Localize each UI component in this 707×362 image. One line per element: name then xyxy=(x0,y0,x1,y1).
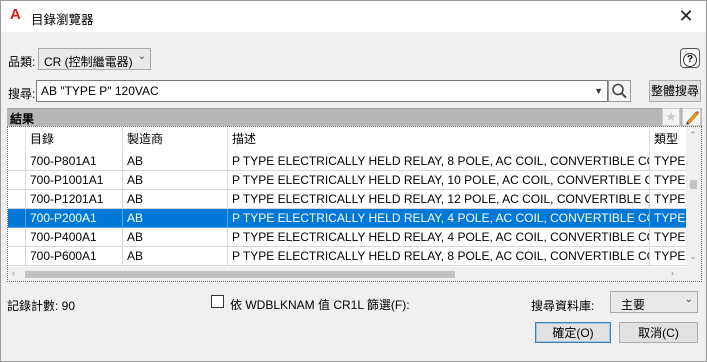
scroll-right-icon[interactable]: › xyxy=(671,268,674,278)
cell-type: TYPE xyxy=(650,171,686,190)
table-row[interactable]: 700-P600A1 AB P TYPE ELECTRICALLY HELD R… xyxy=(8,247,686,266)
cancel-button[interactable]: 取消(C) xyxy=(619,322,698,343)
cell-type: TYPE xyxy=(650,209,686,228)
cell-catalog: 700-P400A1 xyxy=(26,228,123,247)
category-label: 品類: xyxy=(8,55,36,69)
results-grid: 目錄 製造商 描述 類型 700-P801A1 AB P TYPE ELECTR… xyxy=(7,126,702,282)
category-dropdown[interactable]: CR (控制繼電器) ⌄ xyxy=(38,48,151,70)
cell-type: TYPE xyxy=(650,152,686,171)
cell-description: P TYPE ELECTRICALLY HELD RELAY, 8 POLE, … xyxy=(228,152,650,171)
pencil-icon[interactable] xyxy=(682,108,701,126)
search-input[interactable] xyxy=(37,81,577,101)
help-button[interactable]: ? xyxy=(680,48,700,68)
row-indicator xyxy=(8,171,26,190)
record-count: 記錄計數: 90 xyxy=(7,299,76,313)
star-icon[interactable]: ★ xyxy=(662,108,680,126)
row-indicator xyxy=(8,247,26,266)
cell-catalog: 700-P1001A1 xyxy=(26,171,123,190)
cell-description: P TYPE ELECTRICALLY HELD RELAY, 12 POLE,… xyxy=(228,190,650,209)
chevron-down-icon: ⌄ xyxy=(137,51,146,62)
row-indicator xyxy=(8,228,26,247)
table-row[interactable]: 700-P801A1 AB P TYPE ELECTRICALLY HELD R… xyxy=(8,152,686,171)
table-row[interactable]: 700-P400A1 AB P TYPE ELECTRICALLY HELD R… xyxy=(8,228,686,247)
vertical-scroll-thumb[interactable] xyxy=(690,180,697,189)
column-header-manufacturer[interactable]: 製造商 xyxy=(123,127,228,151)
cell-manufacturer: AB xyxy=(123,152,228,171)
column-header-type[interactable]: 類型 xyxy=(650,127,686,151)
search-field[interactable]: ▼ xyxy=(36,80,608,102)
search-button[interactable] xyxy=(608,80,631,102)
cell-type: TYPE xyxy=(650,247,686,266)
search-database-value: 主要 xyxy=(621,298,646,312)
cell-manufacturer: AB xyxy=(123,171,228,190)
results-title: 結果 xyxy=(10,112,35,126)
table-row-selected[interactable]: 700-P200A1 AB P TYPE ELECTRICALLY HELD R… xyxy=(8,209,686,228)
table-row[interactable]: 700-P1001A1 AB P TYPE ELECTRICALLY HELD … xyxy=(8,171,686,190)
row-indicator xyxy=(8,152,26,171)
results-header: 結果 xyxy=(7,108,702,126)
filter-checkbox-label: 依 WDBLKNAM 值 CR1L 篩選(F): xyxy=(230,298,410,312)
scroll-down-icon[interactable]: ⌄ xyxy=(689,251,697,262)
dropdown-arrow-icon[interactable]: ▼ xyxy=(594,86,603,96)
cell-catalog: 700-P801A1 xyxy=(26,152,123,171)
search-label: 搜尋: xyxy=(8,87,36,101)
header-spacer xyxy=(8,127,26,151)
vertical-scrollbar[interactable]: ⌃ ⌄ xyxy=(686,127,701,267)
cell-catalog: 700-P200A1 xyxy=(26,209,123,228)
autocad-logo-icon: A xyxy=(10,6,21,23)
cell-manufacturer: AB xyxy=(123,190,228,209)
scroll-up-icon[interactable]: ⌃ xyxy=(689,130,697,141)
magnifier-icon xyxy=(612,83,627,99)
column-header-description[interactable]: 描述 xyxy=(228,127,650,151)
horizontal-scrollbar[interactable]: ‹ › xyxy=(8,267,686,281)
title-bar: A 目錄瀏覽器 ✕ xyxy=(1,1,706,32)
grid-header: 目錄 製造商 描述 類型 xyxy=(8,127,686,151)
scrollbar-corner xyxy=(686,267,701,281)
cell-manufacturer: AB xyxy=(123,247,228,266)
cell-description: P TYPE ELECTRICALLY HELD RELAY, 4 POLE, … xyxy=(228,228,650,247)
scroll-left-icon[interactable]: ‹ xyxy=(12,268,15,278)
catalog-browser-dialog: A 目錄瀏覽器 ✕ 品類: CR (控制繼電器) ⌄ ? 搜尋: ▼ 整體搜尋 … xyxy=(0,0,707,362)
global-search-button[interactable]: 整體搜尋 xyxy=(649,80,701,102)
cell-description: P TYPE ELECTRICALLY HELD RELAY, 10 POLE,… xyxy=(228,171,650,190)
chevron-down-icon: ⌄ xyxy=(684,294,693,305)
cell-catalog: 700-P600A1 xyxy=(26,247,123,266)
search-database-label: 搜尋資料庫: xyxy=(531,299,595,313)
horizontal-scroll-thumb[interactable] xyxy=(25,271,455,278)
close-icon[interactable]: ✕ xyxy=(674,4,698,28)
table-row[interactable]: 700-P1201A1 AB P TYPE ELECTRICALLY HELD … xyxy=(8,190,686,209)
cell-description: P TYPE ELECTRICALLY HELD RELAY, 8 POLE, … xyxy=(228,247,650,266)
help-icon: ? xyxy=(683,53,697,67)
cell-description: P TYPE ELECTRICALLY HELD RELAY, 4 POLE, … xyxy=(228,209,650,228)
cell-catalog: 700-P1201A1 xyxy=(26,190,123,209)
category-value: CR (控制繼電器) xyxy=(44,55,133,69)
cell-type: TYPE xyxy=(650,228,686,247)
window-title: 目錄瀏覽器 xyxy=(31,13,94,27)
filter-checkbox[interactable] xyxy=(211,295,224,308)
ok-button[interactable]: 確定(O) xyxy=(535,322,611,343)
cell-type: TYPE xyxy=(650,190,686,209)
cell-manufacturer: AB xyxy=(123,228,228,247)
cell-manufacturer: AB xyxy=(123,209,228,228)
row-indicator xyxy=(8,190,26,209)
column-header-catalog[interactable]: 目錄 xyxy=(26,127,123,151)
row-indicator xyxy=(8,209,26,228)
search-database-dropdown[interactable]: 主要 ⌄ xyxy=(610,291,698,313)
